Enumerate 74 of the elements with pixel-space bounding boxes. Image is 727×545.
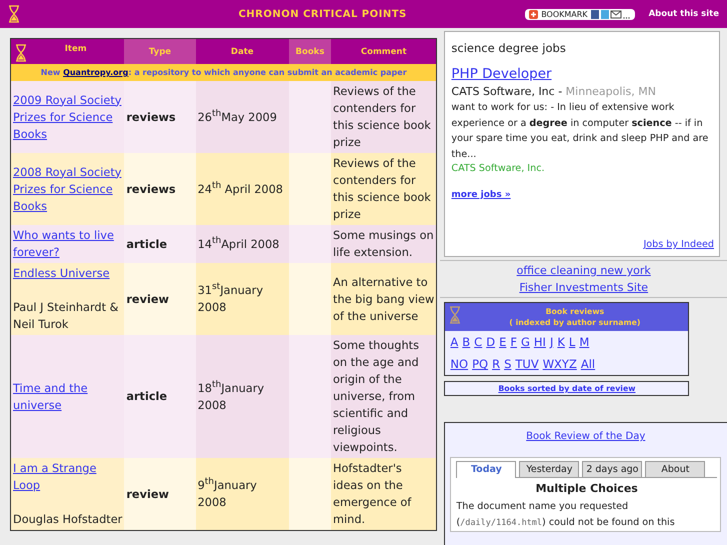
notice-text: : a repository to which anyone can submit an academic paper bbox=[128, 68, 407, 77]
type-label: review bbox=[126, 292, 169, 306]
tab[interactable]: 2 days ago bbox=[582, 461, 642, 477]
tab[interactable]: Yesterday bbox=[519, 461, 580, 477]
share-icons bbox=[590, 10, 631, 18]
company-location: CATS Software, Inc - Minneapolis, MN bbox=[451, 85, 657, 98]
more-jobs-link[interactable]: more jobs » bbox=[451, 190, 511, 200]
quantropy-link[interactable]: Quantropy.org bbox=[63, 68, 128, 77]
column-header: Comment bbox=[331, 39, 436, 64]
message-text: The document name you requested (/daily/1164.html) could not be found on this bbox=[456, 500, 676, 530]
comment-text: Some thoughts on the age and origin of the universe, from scientific and religious viewpoints. bbox=[333, 339, 419, 454]
tab[interactable]: About bbox=[645, 461, 706, 477]
letter-link[interactable]: WXYZ bbox=[542, 356, 577, 372]
comment-text: Reviews of the contenders for this science book prize bbox=[333, 157, 431, 221]
notice-text: New bbox=[40, 68, 60, 77]
type-label: reviews bbox=[126, 182, 176, 196]
item-link[interactable]: I am a Strange Loop bbox=[13, 460, 122, 494]
letter-link[interactable]: S bbox=[504, 356, 512, 372]
column-header: Item bbox=[11, 39, 124, 64]
date-text: 26$^{th}$May 2009 bbox=[198, 110, 277, 124]
letter-link[interactable]: B bbox=[462, 334, 470, 350]
letter-link[interactable]: F bbox=[510, 334, 517, 350]
letter-link[interactable]: M bbox=[579, 334, 590, 350]
letter-link[interactable]: All bbox=[580, 356, 596, 372]
hourglass-icon bbox=[8, 5, 20, 23]
job-snippet: want to work for us: - In lieu of extensive work experience or a degree in computer science -- if in your spare time you eat, drink and sleep PHP and are the... bbox=[451, 101, 710, 162]
letter-link[interactable]: HI bbox=[534, 334, 546, 350]
letter-link[interactable]: A bbox=[450, 334, 458, 350]
letter-link[interactable]: K bbox=[557, 334, 565, 350]
type-label: article bbox=[126, 238, 168, 250]
comment-text: Some musings on life extension. bbox=[333, 229, 434, 259]
letter-link[interactable]: G bbox=[520, 334, 530, 350]
review-of-day-link[interactable]: Book Review of the Day bbox=[526, 431, 646, 442]
type-label: reviews bbox=[126, 110, 176, 124]
bookmark-button[interactable]: BOOKMARK bbox=[525, 8, 635, 20]
date-text: 24$^{th}$ April 2008 bbox=[198, 182, 283, 196]
date-text: 31$^{st}$January 2008 bbox=[198, 284, 264, 314]
message-heading: Multiple Choices bbox=[534, 482, 639, 495]
item-link[interactable]: Who wants to live forever? bbox=[13, 227, 122, 261]
jobs-credit-link[interactable]: Jobs by Indeed bbox=[643, 239, 714, 250]
type-label: article bbox=[126, 390, 168, 403]
job-source: CATS Software, Inc. bbox=[451, 163, 546, 174]
site-title: CHRONON CRITICAL POINTS bbox=[237, 8, 408, 20]
letter-link[interactable]: NO bbox=[450, 356, 468, 372]
author-text: Douglas Hofstadter bbox=[13, 513, 122, 526]
hourglass-icon bbox=[15, 44, 27, 62]
date-text: 18$^{th}$January 2008 bbox=[198, 382, 264, 412]
letter-link[interactable]: TUV bbox=[515, 356, 539, 372]
comment-text: Reviews of the contenders for this science book prize bbox=[333, 85, 431, 149]
type-label: review bbox=[126, 488, 169, 500]
date-text: 9$^{th}$January 2008 bbox=[198, 479, 257, 509]
letter-link[interactable]: D bbox=[486, 334, 496, 350]
letter-link[interactable]: R bbox=[492, 356, 500, 372]
tab[interactable]: Today bbox=[456, 461, 516, 478]
jobs-heading: science degree jobs bbox=[451, 41, 567, 55]
comment-text: Hofstadter's ideas on the emergence of mind. bbox=[333, 462, 412, 526]
hourglass-icon bbox=[449, 306, 462, 324]
column-header: Date bbox=[196, 39, 289, 64]
ad-link[interactable]: office cleaning new york bbox=[516, 262, 651, 279]
letter-link[interactable]: PQ bbox=[472, 356, 488, 372]
about-link[interactable]: About this site bbox=[648, 9, 719, 19]
date-text: 14$^{th}$April 2008 bbox=[198, 238, 280, 250]
letter-link[interactable]: J bbox=[550, 334, 554, 350]
comment-text: An alternative to the big bang view of the universe bbox=[333, 276, 434, 322]
item-link[interactable]: Endless Universe bbox=[13, 265, 122, 282]
column-header: Books bbox=[288, 39, 332, 64]
letter-link[interactable]: C bbox=[474, 334, 482, 350]
letter-link[interactable]: L bbox=[568, 334, 576, 350]
letter-link[interactable]: E bbox=[499, 334, 506, 350]
job-title-link[interactable]: PHP Developer bbox=[451, 66, 714, 82]
ad-link[interactable]: Fisher Investments Site bbox=[519, 279, 648, 296]
plus-icon bbox=[529, 10, 538, 18]
author-text: Paul J Steinhardt & Neil Turok bbox=[13, 301, 118, 331]
column-header: Type bbox=[124, 39, 196, 64]
